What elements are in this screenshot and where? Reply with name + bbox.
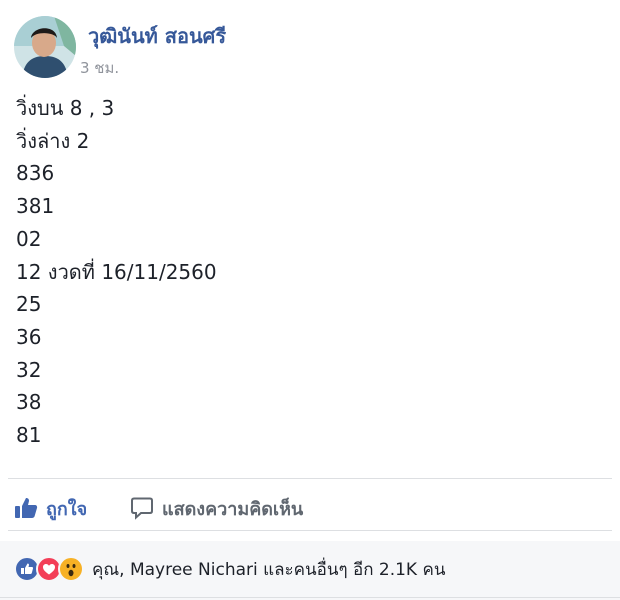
- reaction-count-text[interactable]: คุณ, Mayree Nichari และคนอื่นๆ อีก 2.1K …: [92, 556, 445, 583]
- post-line: 12 งวดที่ 16/11/2560: [16, 259, 217, 284]
- bottom-border: [0, 597, 620, 598]
- thumbs-up-icon: [15, 498, 38, 518]
- like-label: ถูกใจ: [46, 498, 88, 520]
- post-line: 32: [16, 357, 42, 382]
- post-line: 81: [16, 423, 42, 448]
- avatar[interactable]: [14, 16, 76, 78]
- post-actions: ถูกใจ แสดงความคิดเห็น: [0, 488, 620, 528]
- divider: [8, 478, 612, 479]
- divider: [8, 530, 612, 531]
- post-line: วิ่งบน 8 , 3: [16, 96, 115, 120]
- post-line: วิ่งล่าง 2: [16, 128, 90, 153]
- post-line: 02: [16, 226, 42, 251]
- reactions-summary[interactable]: คุณ, Mayree Nichari และคนอื่นๆ อีก 2.1K …: [14, 556, 445, 582]
- post-line: 25: [16, 292, 42, 317]
- avatar-image: [14, 16, 76, 78]
- like-button[interactable]: ถูกใจ: [14, 488, 87, 528]
- post-header: วุฒินันท์ สอนศรี 3 ชม.: [12, 14, 612, 84]
- post-line: 38: [16, 390, 42, 415]
- post-timestamp[interactable]: 3 ชม.: [80, 56, 119, 80]
- post-line: 381: [16, 194, 55, 219]
- wow-reaction-icon: [58, 556, 84, 582]
- post-line: 36: [16, 324, 42, 349]
- comment-button[interactable]: แสดงความคิดเห็น: [130, 488, 303, 528]
- comment-label: แสดงความคิดเห็น: [162, 498, 304, 520]
- comment-icon: [131, 497, 153, 520]
- facebook-post: วุฒินันท์ สอนศรี 3 ชม. วิ่งบน 8 , 3 วิ่ง…: [0, 0, 620, 600]
- author-name[interactable]: วุฒินันท์ สอนศรี: [88, 20, 226, 52]
- post-body: วิ่งบน 8 , 3 วิ่งล่าง 2 836 381 02 12 งว…: [16, 92, 217, 452]
- post-line: 836: [16, 161, 55, 186]
